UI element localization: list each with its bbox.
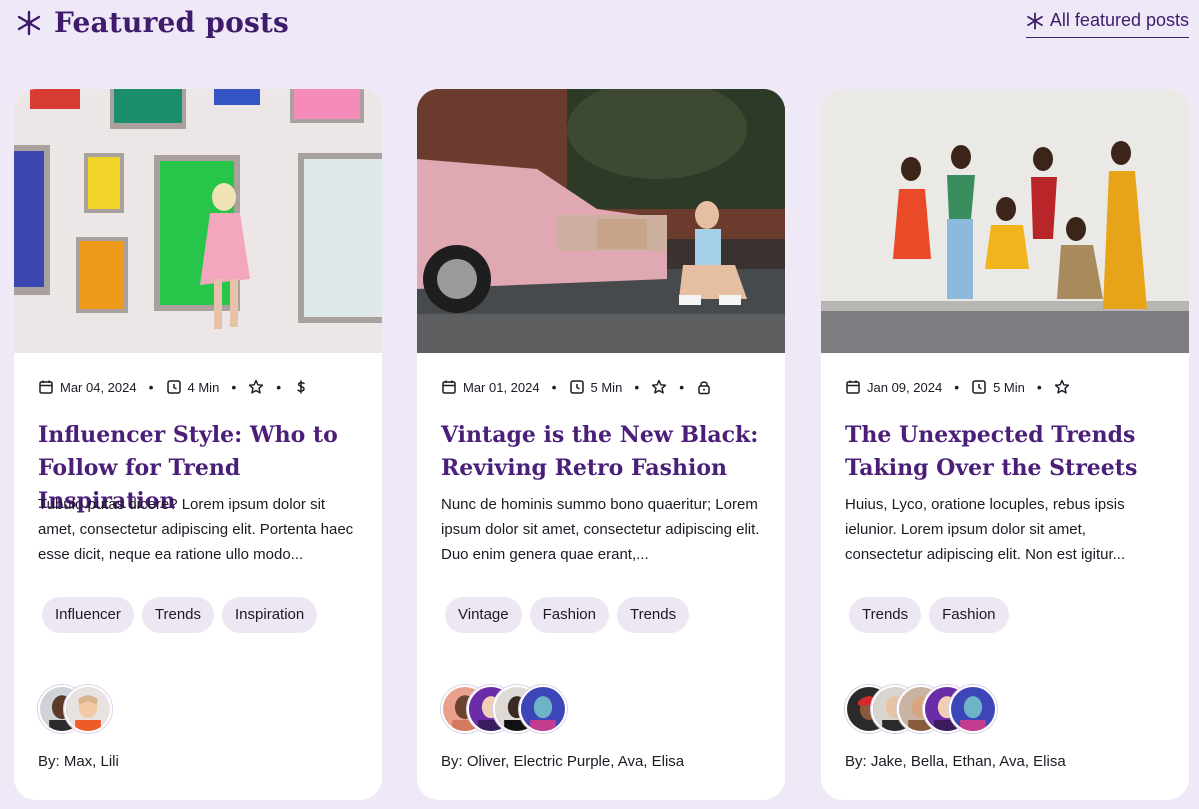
tag-chip[interactable]: Fashion — [529, 597, 609, 633]
post-date: Mar 04, 2024 — [38, 379, 137, 395]
post-excerpt: Nunc de hominis summo bono quaeritur; Lo… — [441, 496, 760, 563]
post-cover-image[interactable] — [14, 89, 382, 353]
featured-header: Featured posts All featured posts — [0, 0, 1199, 60]
author-avatars — [38, 685, 112, 733]
star-icon[interactable] — [248, 379, 264, 395]
post-excerpt: Huius, Lyco, oratione locuples, rebus ip… — [845, 496, 1126, 563]
post-tags: Vintage Fashion Trends — [445, 597, 690, 633]
avatar-image — [66, 687, 110, 731]
meta-separator: • — [276, 379, 282, 395]
post-card[interactable]: Jan 09, 2024 • 5 Min • The Unexpected Tr… — [821, 89, 1189, 800]
calendar-icon — [442, 380, 456, 394]
page-title: Featured posts — [54, 6, 290, 39]
title-wrap: Featured posts — [16, 6, 289, 39]
clock-icon — [166, 380, 181, 394]
post-date-text: Mar 04, 2024 — [60, 379, 137, 395]
all-featured-posts-link[interactable]: All featured posts — [1025, 10, 1189, 38]
post-date: Jan 09, 2024 — [845, 379, 942, 395]
group-of-women-photo — [821, 89, 1189, 353]
star-icon[interactable] — [1054, 379, 1070, 395]
tag-chip[interactable]: Fashion — [929, 597, 1009, 633]
post-meta: Mar 04, 2024 • 4 Min • • — [38, 379, 362, 395]
dollar-icon — [297, 380, 305, 394]
meta-separator: • — [231, 379, 237, 395]
post-read-time: 5 Min — [569, 379, 623, 395]
post-meta: Mar 01, 2024 • 5 Min • • — [441, 379, 765, 395]
meta-separator: • — [551, 379, 557, 395]
post-cover-image[interactable] — [821, 89, 1189, 353]
post-read-time-text: 5 Min — [993, 379, 1025, 395]
pink-car-photo — [417, 89, 785, 353]
lock-icon — [698, 381, 710, 395]
post-title[interactable]: The Unexpected Trends Taking Over the St… — [845, 419, 1169, 485]
post-meta: Jan 09, 2024 • 5 Min • — [845, 379, 1169, 395]
meta-separator: • — [954, 379, 960, 395]
avatar[interactable] — [949, 685, 997, 733]
post-read-time: 5 Min — [971, 379, 1025, 395]
meta-separator: • — [679, 379, 685, 395]
post-date-text: Mar 01, 2024 — [463, 379, 540, 395]
meta-separator: • — [1036, 379, 1042, 395]
post-tags: Influencer Trends Inspiration — [42, 597, 318, 633]
post-date: Mar 01, 2024 — [441, 379, 540, 395]
post-read-time: 4 Min — [166, 379, 220, 395]
avatar[interactable] — [64, 685, 112, 733]
post-date-text: Jan 09, 2024 — [867, 379, 943, 395]
calendar-icon — [846, 380, 860, 394]
clock-icon — [972, 380, 986, 394]
asterisk-star-icon — [1027, 11, 1043, 30]
star-icon[interactable] — [651, 379, 667, 395]
meta-separator: • — [634, 379, 640, 395]
avatar-image — [951, 687, 995, 731]
tag-chip[interactable]: Inspiration — [222, 597, 318, 633]
post-tags: Trends Fashion — [849, 597, 1009, 633]
post-read-time-text: 5 Min — [590, 379, 623, 395]
avatar-image — [521, 687, 565, 731]
all-featured-posts-label: All featured posts — [1049, 10, 1189, 30]
post-card[interactable]: Mar 04, 2024 • 4 Min • • Influencer Styl… — [14, 89, 382, 800]
tag-chip[interactable]: Trends — [141, 597, 215, 633]
tag-chip[interactable]: Trends — [616, 597, 690, 633]
post-card[interactable]: Mar 01, 2024 • 5 Min • • Vintage is the … — [417, 89, 785, 800]
tag-chip[interactable]: Vintage — [445, 597, 522, 633]
colorful-windows-photo — [14, 89, 382, 353]
post-cover-image[interactable] — [417, 89, 785, 353]
post-read-time-text: 4 Min — [187, 379, 220, 395]
featured-posts-grid: Mar 04, 2024 • 4 Min • • Influencer Styl… — [14, 89, 1190, 801]
author-avatars — [845, 685, 997, 733]
author-avatars — [441, 685, 567, 733]
tag-chip[interactable]: Trends — [849, 597, 922, 633]
post-byline: By: Max, Lili — [38, 753, 119, 770]
post-byline: By: Oliver, Electric Purple, Ava, Elisa — [441, 753, 685, 770]
tag-chip[interactable]: Influencer — [42, 597, 134, 633]
avatar[interactable] — [519, 685, 567, 733]
post-title[interactable]: Vintage is the New Black: Reviving Retro… — [441, 419, 765, 485]
clock-icon — [569, 380, 584, 394]
post-excerpt: Tubulo putas dicere? Lorem ipsum dolor s… — [38, 496, 354, 563]
meta-separator: • — [148, 379, 154, 395]
calendar-icon — [39, 380, 53, 394]
post-byline: By: Jake, Bella, Ethan, Ava, Elisa — [845, 753, 1066, 770]
asterisk-star-icon — [17, 10, 41, 35]
